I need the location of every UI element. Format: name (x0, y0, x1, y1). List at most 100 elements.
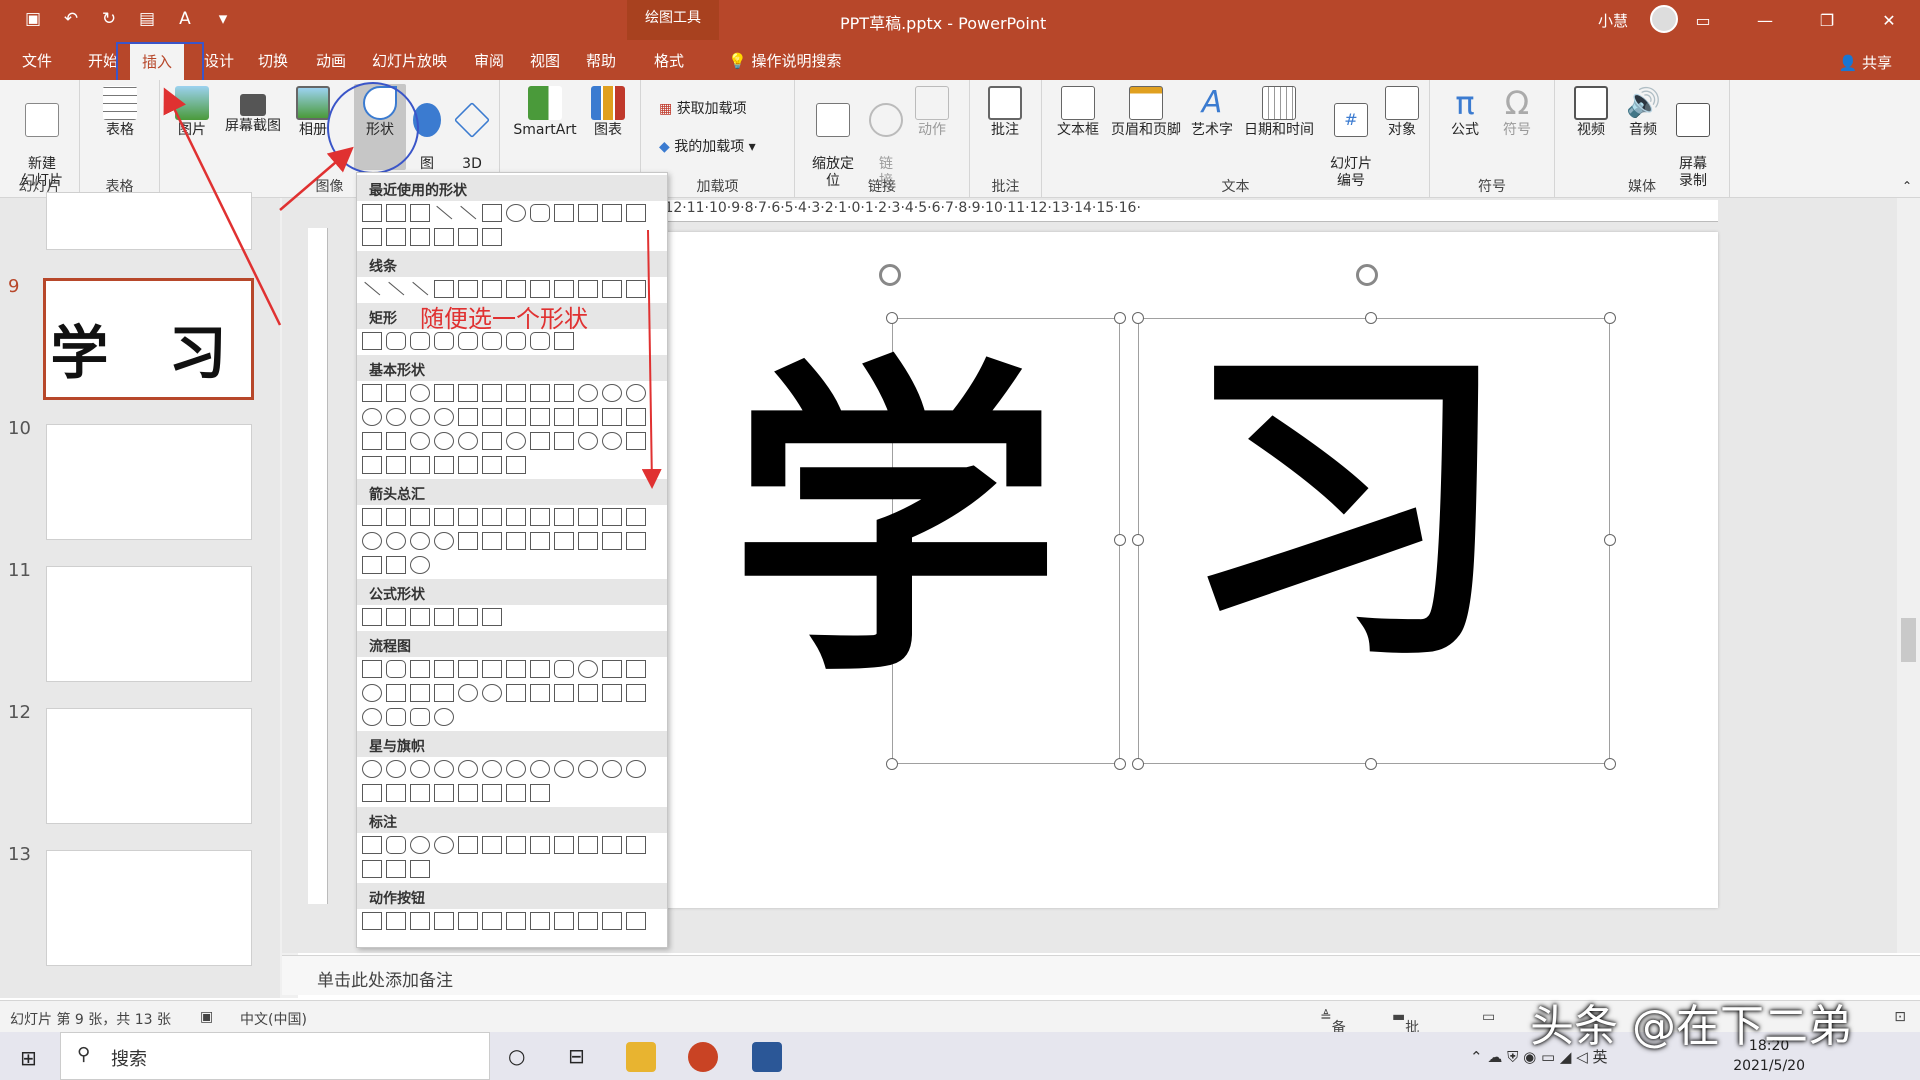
basic-shape[interactable] (578, 432, 598, 450)
callout-shape[interactable] (554, 836, 574, 854)
action-button-shape[interactable] (578, 912, 598, 930)
object-button[interactable]: 对象 (1382, 84, 1422, 139)
basic-shape[interactable] (530, 432, 550, 450)
arrow-shape[interactable] (362, 532, 382, 550)
flowchart-shape[interactable] (578, 660, 598, 678)
callout-shape[interactable] (410, 836, 430, 854)
arrow-shape[interactable] (362, 556, 382, 574)
basic-shape[interactable] (626, 384, 646, 402)
line-shape[interactable] (434, 280, 454, 298)
basic-shape[interactable] (362, 432, 382, 450)
arrow-shape[interactable] (386, 556, 406, 574)
flowchart-shape[interactable] (578, 684, 598, 702)
shape-arrow-down[interactable] (362, 228, 382, 246)
callout-shape[interactable] (506, 836, 526, 854)
basic-shape[interactable] (578, 384, 598, 402)
line-shape[interactable] (626, 280, 646, 298)
spellcheck-icon[interactable]: ▣ (200, 1009, 213, 1025)
arrow-shape[interactable] (458, 508, 478, 526)
arrow-shape[interactable] (386, 532, 406, 550)
resize-handle[interactable] (1132, 534, 1144, 546)
bracket-shape[interactable] (434, 456, 454, 474)
header-footer-button[interactable]: 页眉和页脚 (1106, 84, 1186, 139)
slide-thumbnail-10[interactable] (46, 424, 252, 540)
comment-button[interactable]: 批注 (982, 84, 1028, 139)
arrow-shape[interactable] (482, 508, 502, 526)
basic-shape[interactable] (386, 432, 406, 450)
rotate-handle-1[interactable] (879, 264, 901, 286)
minimize-icon[interactable]: — (1734, 0, 1796, 40)
share-button[interactable]: 👤 共享 (1839, 52, 1892, 73)
callout-shape[interactable] (482, 836, 502, 854)
bracket-shape[interactable] (362, 456, 382, 474)
resize-handle[interactable] (1604, 758, 1616, 770)
bracket-shape[interactable] (386, 456, 406, 474)
multitask-icon[interactable]: ⊟ (568, 1044, 585, 1068)
present-icon[interactable]: ▤ (136, 8, 158, 30)
shape-brace[interactable] (482, 228, 502, 246)
font-color-icon[interactable]: A (174, 8, 196, 30)
line-shape[interactable] (554, 280, 574, 298)
star-shape[interactable] (554, 760, 574, 778)
equation-shape[interactable] (458, 608, 478, 626)
banner-shape[interactable] (458, 784, 478, 802)
rect-shape[interactable] (530, 332, 550, 350)
taskbar-search[interactable]: ⚲ 搜索 (60, 1032, 490, 1080)
basic-shape[interactable] (482, 408, 502, 426)
audio-button[interactable]: 🔊 音频 (1621, 84, 1665, 139)
basic-shape[interactable] (554, 408, 574, 426)
user-name[interactable]: 小慧 (1598, 10, 1628, 31)
tab-transitions[interactable]: 切换 (258, 50, 288, 71)
basic-shape[interactable] (506, 408, 526, 426)
callout-shape[interactable] (626, 836, 646, 854)
basic-shape[interactable] (458, 384, 478, 402)
resize-handle[interactable] (1114, 534, 1126, 546)
flowchart-shape[interactable] (602, 660, 622, 678)
arrow-shape[interactable] (482, 532, 502, 550)
basic-shape[interactable] (362, 408, 382, 426)
arrow-shape[interactable] (578, 532, 598, 550)
rotate-handle-2[interactable] (1356, 264, 1378, 286)
tab-view[interactable]: 视图 (530, 50, 560, 71)
slide-thumbnail-9[interactable]: 学 习 (43, 278, 254, 400)
bracket-shape[interactable] (506, 456, 526, 474)
shape-oval[interactable] (506, 204, 526, 222)
shape-triangle[interactable] (554, 204, 574, 222)
rect-shape[interactable] (410, 332, 430, 350)
symbol-button[interactable]: Ω 符号 (1494, 84, 1540, 139)
notes-toggle[interactable]: ≜ 备注 (1320, 1009, 1346, 1056)
line-shape[interactable] (602, 280, 622, 298)
rect-shape[interactable] (506, 332, 526, 350)
line-shape[interactable] (530, 280, 550, 298)
arrow-shape[interactable] (434, 532, 454, 550)
bracket-shape[interactable] (458, 456, 478, 474)
basic-shape[interactable] (482, 384, 502, 402)
arrow-shape[interactable] (530, 532, 550, 550)
picture-button[interactable]: 图片 (170, 84, 214, 139)
callout-shape[interactable] (434, 836, 454, 854)
powerpoint-icon[interactable] (688, 1042, 718, 1072)
ribbon-display-icon[interactable]: ▭ (1672, 0, 1734, 40)
shapes-dropdown[interactable]: 最近使用的形状 线条 矩形 基本形状 箭头总汇 公式形状 流程图 星与旗帜 标注… (356, 172, 668, 948)
resize-handle[interactable] (1132, 758, 1144, 770)
comments-toggle[interactable]: ▬ 批注 (1392, 1009, 1419, 1056)
flowchart-shape[interactable] (506, 660, 526, 678)
slide-thumbnail-13[interactable] (46, 850, 252, 966)
rect-shape[interactable] (362, 332, 382, 350)
bracket-shape[interactable] (410, 456, 430, 474)
flowchart-shape[interactable] (482, 660, 502, 678)
flowchart-shape[interactable] (434, 660, 454, 678)
basic-shape[interactable] (410, 408, 430, 426)
collapse-ribbon-icon[interactable]: ⌃ (1902, 179, 1912, 193)
screenshot-button[interactable]: 屏幕截图 (218, 84, 288, 135)
shape-parallelogram[interactable] (362, 204, 382, 222)
basic-shape[interactable] (434, 384, 454, 402)
flowchart-shape[interactable] (458, 660, 478, 678)
textbox-button[interactable]: 文本框 (1054, 84, 1102, 139)
basic-shape[interactable] (554, 384, 574, 402)
arrow-shape[interactable] (410, 508, 430, 526)
basic-shape[interactable] (410, 432, 430, 450)
banner-shape[interactable] (362, 784, 382, 802)
flowchart-shape[interactable] (554, 660, 574, 678)
basic-shape[interactable] (554, 432, 574, 450)
